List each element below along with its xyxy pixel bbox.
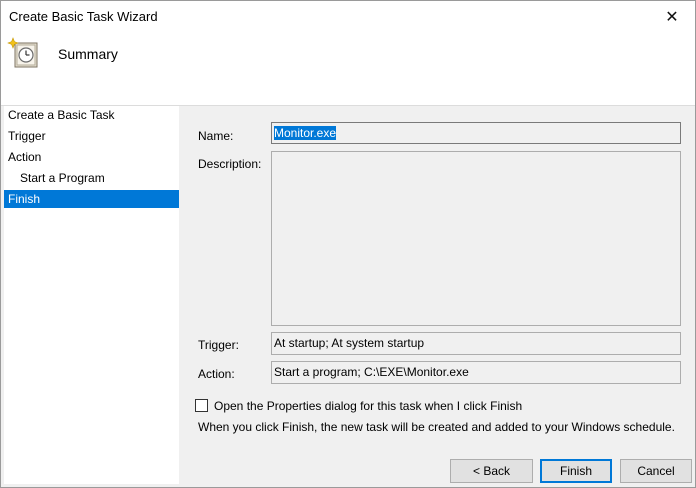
step-trigger[interactable]: Trigger: [4, 127, 179, 145]
back-button[interactable]: < Back: [450, 459, 533, 483]
description-label: Description:: [198, 157, 262, 171]
open-properties-checkbox[interactable]: [195, 399, 208, 412]
trigger-field: At startup; At system startup: [271, 332, 681, 355]
step-finish[interactable]: Finish: [4, 190, 179, 208]
wizard-steps: Create a Basic Task Trigger Action Start…: [4, 106, 179, 484]
wizard-header: Summary: [1, 33, 695, 106]
step-create-basic-task[interactable]: Create a Basic Task: [4, 106, 179, 124]
close-button[interactable]: ✕: [649, 1, 695, 33]
name-field[interactable]: Monitor.exe: [271, 122, 681, 144]
name-label: Name:: [198, 129, 234, 143]
page-title: Summary: [58, 46, 118, 62]
cancel-button[interactable]: Cancel: [620, 459, 692, 483]
step-start-program[interactable]: Start a Program: [4, 169, 179, 187]
description-field[interactable]: [271, 151, 681, 326]
close-icon: ✕: [665, 9, 679, 26]
action-field: Start a program; C:\EXE\Monitor.exe: [271, 361, 681, 384]
finish-button[interactable]: Finish: [540, 459, 612, 483]
title-bar: Create Basic Task Wizard ✕: [1, 1, 695, 33]
action-label: Action:: [198, 367, 235, 381]
finish-info-text: When you click Finish, the new task will…: [198, 420, 675, 434]
task-clock-icon: [7, 37, 38, 68]
name-value: Monitor.exe: [274, 126, 337, 140]
wizard-window: Create Basic Task Wizard ✕ Summary Creat…: [0, 0, 696, 488]
open-properties-label[interactable]: Open the Properties dialog for this task…: [214, 399, 522, 413]
trigger-label: Trigger:: [198, 338, 239, 352]
window-title: Create Basic Task Wizard: [9, 9, 158, 24]
step-action[interactable]: Action: [4, 148, 179, 166]
